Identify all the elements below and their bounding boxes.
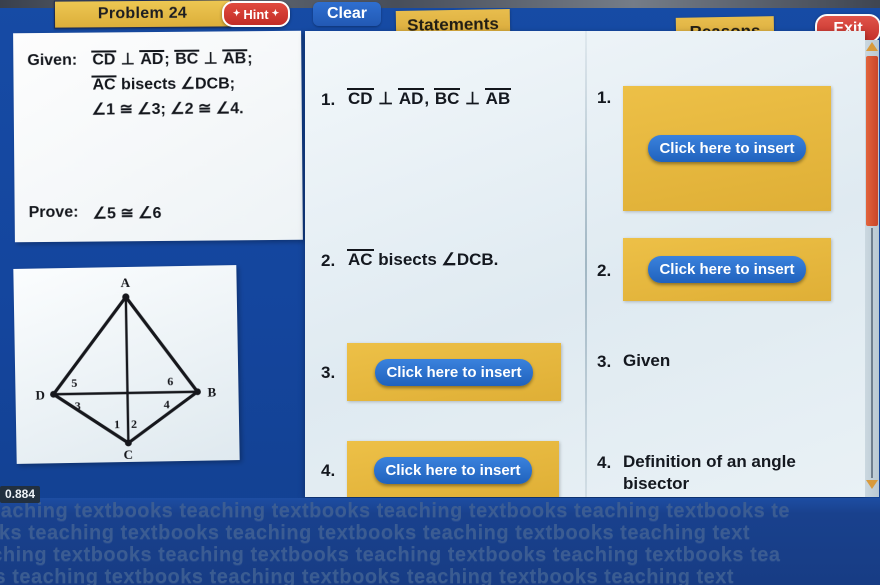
statement-4-insert-button[interactable]: Click here to insert xyxy=(374,456,532,484)
statement-4-insert-box[interactable]: Click here to insert xyxy=(347,441,559,497)
prove-label: Prove: xyxy=(28,203,79,222)
statement-3-insert-box[interactable]: Click here to insert xyxy=(347,343,561,401)
watermark-line-4: xtbooks teaching textbooks teaching text… xyxy=(0,566,735,585)
figure-angle-4: 4 xyxy=(164,397,170,411)
problem-tab[interactable]: Problem 24 xyxy=(53,0,232,29)
reason-3-number: 3. xyxy=(597,352,612,371)
figure-vertex-b: B xyxy=(207,384,216,399)
watermark-strip: teaching textbooks teaching textbooks te… xyxy=(0,498,880,585)
reasons-column: 1. Click here to insert 2. Click here to… xyxy=(587,31,865,497)
reason-3-text: Given xyxy=(623,351,671,370)
figure-vertex-a: A xyxy=(120,275,130,290)
scroll-up-arrow-icon[interactable] xyxy=(866,42,878,51)
statement-row-4: 4. Click here to insert xyxy=(321,441,579,497)
reason-2-number: 2. xyxy=(597,260,612,280)
reason-1-insert-box[interactable]: Click here to insert xyxy=(623,86,831,211)
problem-tab-label: Problem 24 xyxy=(97,4,188,23)
figure-vertex-c: C xyxy=(123,447,133,462)
given-line-1: CD ⊥ AD; BC ⊥ AB; xyxy=(91,49,253,70)
reason-row-1: 1. Click here to insert xyxy=(597,86,865,211)
statement-2-number: 2. xyxy=(321,251,336,270)
given-block: Given: CD ⊥ AD; BC ⊥ AB; AC bisects ∠DCB… xyxy=(13,31,302,124)
vertical-scrollbar-thumb[interactable] xyxy=(866,56,878,226)
given-label: Given: xyxy=(27,51,78,70)
statement-1-text: CD ⊥ AD, BC ⊥ AB xyxy=(347,88,512,108)
watermark-line-1: teaching textbooks teaching textbooks te… xyxy=(0,500,791,522)
watermark-line-3: eaching textbooks teaching textbooks tea… xyxy=(0,544,781,566)
figure-angle-5: 5 xyxy=(71,376,77,390)
statements-column: 1. CD ⊥ AD, BC ⊥ AB 2. AC bisects ∠DCB. … xyxy=(305,31,585,497)
reason-1-insert-button[interactable]: Click here to insert xyxy=(648,135,806,162)
reason-row-2: 2. Click here to insert xyxy=(597,238,865,301)
reason-row-4: 4. Definition of an angle bisector xyxy=(597,451,847,495)
given-line-2: AC bisects ∠DCB; xyxy=(91,75,236,95)
figure-angle-6: 6 xyxy=(167,374,173,388)
reason-2-insert-button[interactable]: Click here to insert xyxy=(648,256,806,283)
scroll-down-arrow-icon[interactable] xyxy=(866,480,878,489)
figure-angle-2: 2 xyxy=(131,417,137,431)
statement-row-3: 3. Click here to insert xyxy=(321,343,579,401)
value-badge: 0.884 xyxy=(0,486,41,503)
hint-button-label: Hint xyxy=(243,6,269,22)
reason-row-3: 3. Given xyxy=(597,350,865,372)
app-stage: Problem 24 ✦ Hint ✦ Clear Statements Rea… xyxy=(0,0,880,585)
figure-vertex-d: D xyxy=(35,387,45,402)
statement-1-number: 1. xyxy=(321,90,336,109)
given-prove-card: Given: CD ⊥ AD; BC ⊥ AB; AC bisects ∠DCB… xyxy=(13,30,303,243)
hint-button[interactable]: ✦ Hint ✦ xyxy=(222,1,290,27)
prove-statement: ∠5 ≅ ∠6 xyxy=(92,204,162,223)
hint-star-left-icon: ✦ xyxy=(232,7,241,18)
statement-3-number: 3. xyxy=(321,363,336,382)
watermark-line-2: xtbooks teaching textbooks teaching text… xyxy=(0,522,751,544)
reason-4-text: Definition of an angle bisector xyxy=(623,452,796,494)
reason-1-number: 1. xyxy=(597,88,612,107)
statement-2-text: AC bisects ∠DCB. xyxy=(347,249,499,269)
scrollbar-track-line xyxy=(871,228,873,478)
reason-2-insert-box[interactable]: Click here to insert xyxy=(623,238,831,301)
statement-row-1: 1. CD ⊥ AD, BC ⊥ AB xyxy=(321,88,579,110)
figure-angle-3: 3 xyxy=(75,399,81,413)
hint-star-right-icon: ✦ xyxy=(271,7,280,18)
clear-button-label: Clear xyxy=(326,5,368,22)
clear-button[interactable]: Clear xyxy=(313,2,381,26)
geometry-figure-svg: A D B C 5 6 3 4 1 2 xyxy=(35,275,216,462)
prove-block: Prove: ∠5 ≅ ∠6 xyxy=(29,203,162,224)
figure-angle-1: 1 xyxy=(114,417,120,431)
reason-4-number: 4. xyxy=(597,453,612,472)
statement-3-insert-button[interactable]: Click here to insert xyxy=(375,358,533,386)
proof-panel: 1. CD ⊥ AD, BC ⊥ AB 2. AC bisects ∠DCB. … xyxy=(305,31,865,497)
geometry-figure-card: A D B C 5 6 3 4 1 2 xyxy=(13,265,240,464)
given-line-3: ∠1 ≅ ∠3; ∠2 ≅ ∠4. xyxy=(91,99,244,119)
statement-4-number: 4. xyxy=(321,461,336,480)
statement-row-2: 2. AC bisects ∠DCB. xyxy=(321,249,579,271)
